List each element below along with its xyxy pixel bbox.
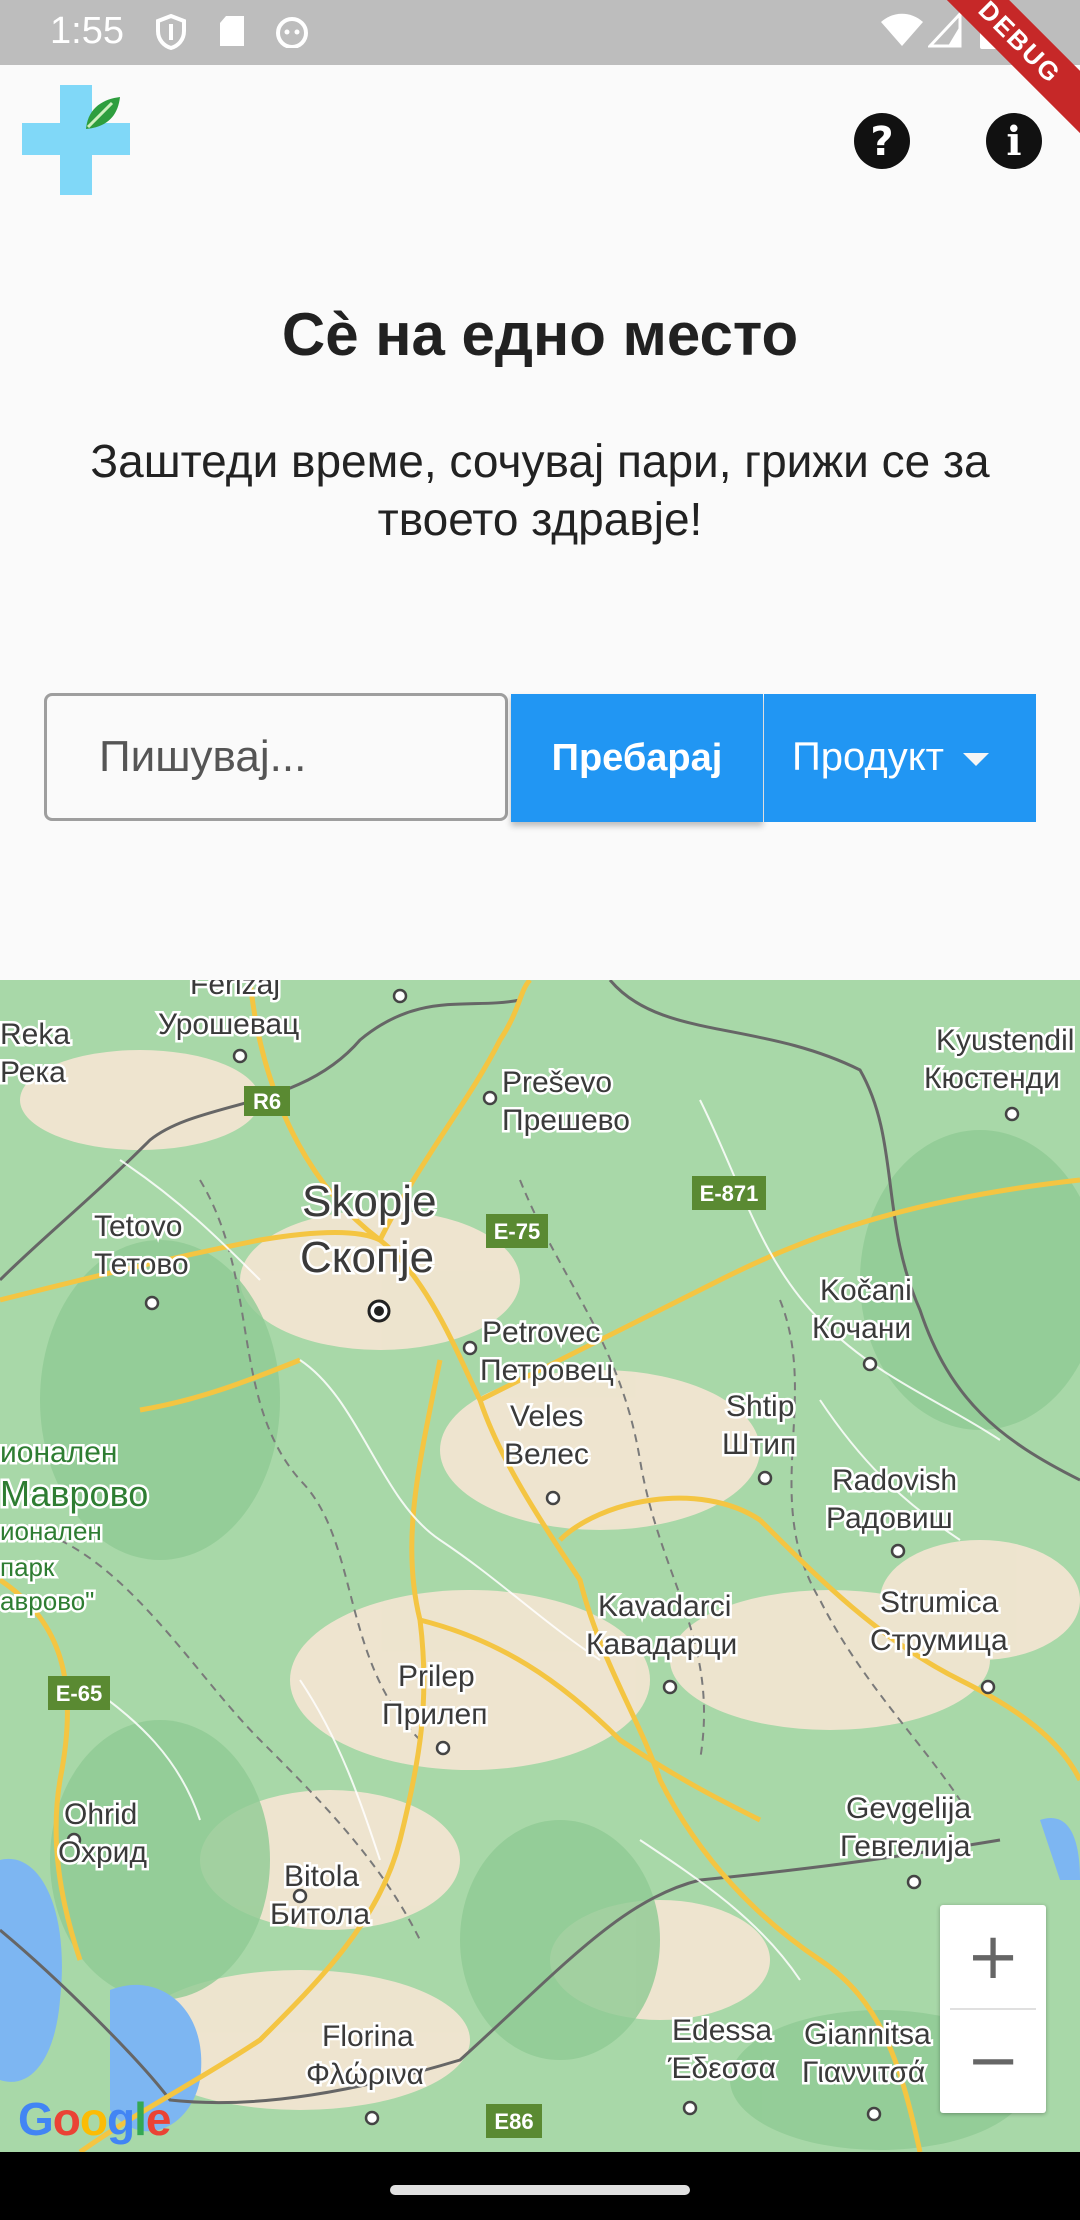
map-label-park-4: аврово" [0, 1586, 94, 1616]
map-label-giannitsa: Giannitsa [804, 2018, 931, 2051]
map-label-bitola-cyr: Битола [270, 1898, 370, 1931]
map-label-presevo: Preševo [502, 1066, 612, 1099]
map-label-reka-cyr: Река [0, 1056, 66, 1089]
map-label-kavadarci-cyr: Кавадарци [586, 1628, 737, 1661]
page-subtitle: Заштеди време, сочувај пари, грижи се за… [90, 435, 990, 545]
status-bar: 1:55 [0, 0, 1080, 65]
map-label-park-2: ионален [0, 1516, 102, 1546]
map-label-bitola: Bitola [284, 1860, 359, 1893]
map-label-kyustendil: Kyustendil [936, 1024, 1074, 1057]
map-label-radovish: Radovish [832, 1464, 957, 1497]
map-label-florina-gr: Φλώρινα [306, 2058, 424, 2091]
google-logo-letter-2: o [52, 2093, 81, 2145]
search-button-label: Пребарај [551, 737, 723, 779]
home-gesture-handle[interactable] [390, 2185, 690, 2195]
search-button[interactable]: Пребарај [511, 694, 763, 822]
map-label-radovish-cyr: Радовиш [826, 1502, 953, 1535]
road-shield-r6: R6 [253, 1089, 281, 1114]
wifi-icon [881, 13, 923, 46]
map-label-urosevac: Урошевац [158, 1008, 299, 1041]
help-icon-glyph: ? [870, 119, 894, 165]
system-nav-bar [0, 2152, 1080, 2220]
map-label-gevgelija-cyr: Гевгелија [840, 1830, 971, 1863]
search-placeholder: Пишувај... [99, 732, 307, 781]
shield-icon [156, 14, 186, 50]
road-shield-e75: E-75 [494, 1219, 540, 1244]
map-label-edessa: Edessa [672, 2014, 772, 2047]
map-label-veles: Veles [510, 1400, 583, 1433]
map-label-mavrovo: Маврово [0, 1473, 148, 1514]
google-logo: Google [18, 2092, 172, 2146]
search-type-dropdown[interactable]: Продукт [764, 694, 1036, 822]
map-label-presevo-cyr: Прешево [502, 1104, 630, 1137]
map-label-kyustendil-cyr: Кюстенди [924, 1062, 1060, 1095]
help-icon[interactable]: ? [854, 113, 910, 169]
map-label-kavadarci: Kavadarci [598, 1590, 731, 1623]
map-label-park-3: парк [0, 1552, 55, 1582]
road-shield-e871: E-871 [700, 1181, 759, 1206]
map-label-veles-cyr: Велес [504, 1438, 589, 1471]
google-logo-letter-6: e [145, 2093, 172, 2145]
map-label-skopje: Skopje [302, 1177, 437, 1226]
map-label-skopje-cyr: Скопје [300, 1233, 434, 1282]
app-logo [22, 85, 130, 195]
map-label-tetovo: Tetovo [94, 1210, 182, 1243]
chevron-down-icon [963, 753, 989, 766]
map-label-prilep: Prilep [398, 1660, 475, 1693]
zoom-out-button[interactable]: − [940, 2009, 1046, 2113]
map-label-gevgelija: Gevgelija [846, 1792, 971, 1825]
google-logo-letter-4: g [107, 2093, 135, 2145]
map-label-prilep-cyr: Прилеп [382, 1698, 487, 1731]
map-label-strumica: Strumica [880, 1586, 999, 1619]
map-label-reka: Reka [0, 1018, 70, 1051]
map-label-petrovec-cyr: Петровец [480, 1354, 614, 1387]
map-label-ohrid-cyr: Охрид [58, 1836, 147, 1869]
info-icon[interactable]: i [986, 113, 1042, 169]
map-label-kocani: Kočani [820, 1274, 912, 1307]
map-label-strumica-cyr: Струмица [870, 1624, 1008, 1657]
map-label-park-1: ионален [0, 1436, 117, 1469]
sd-card-icon [220, 16, 244, 46]
road-shield-e65: E-65 [56, 1681, 102, 1706]
info-icon-glyph: i [1006, 118, 1022, 165]
google-logo-letter-1: G [18, 2093, 54, 2145]
map-zoom-controls: + − [940, 1905, 1046, 2113]
map-label-giannitsa-gr: Γιαννιτσά [802, 2056, 925, 2089]
map-label-ohrid: Ohrid [64, 1798, 137, 1831]
google-logo-letter-3: o [79, 2093, 108, 2145]
google-logo-letter-5: l [134, 2093, 147, 2145]
map-label-kocani-cyr: Кочани [812, 1312, 911, 1345]
map-label-shtip: Shtip [726, 1390, 794, 1423]
map-label-petrovec: Petrovec [482, 1316, 600, 1349]
zoom-in-button[interactable]: + [940, 1905, 1046, 2009]
map-label-florina: Florina [322, 2020, 414, 2053]
status-time: 1:55 [50, 10, 124, 52]
map-label-shtip-cyr: Штип [722, 1428, 796, 1461]
app-bar: ? i [0, 65, 1080, 220]
search-input[interactable]: Пишувај... [44, 693, 508, 821]
map-label-edessa-gr: Έδεσσα [667, 2052, 776, 2085]
page-title: Сè на едно место [281, 301, 799, 368]
cell-signal-icon [928, 12, 962, 48]
road-shield-e86: E86 [494, 2109, 533, 2134]
map-label-ferizaj: Ferizaj [190, 980, 280, 1001]
map-view[interactable]: R6 E-871 E-75 E-65 E86 Ferizaj Урошевац … [0, 980, 1080, 2152]
cat-face-icon [276, 17, 308, 48]
map-label-tetovo-cyr: Тетово [94, 1248, 189, 1281]
map-canvas[interactable]: R6 E-871 E-75 E-65 E86 Ferizaj Урошевац … [0, 980, 1080, 2152]
search-type-selected: Продукт [792, 735, 944, 779]
